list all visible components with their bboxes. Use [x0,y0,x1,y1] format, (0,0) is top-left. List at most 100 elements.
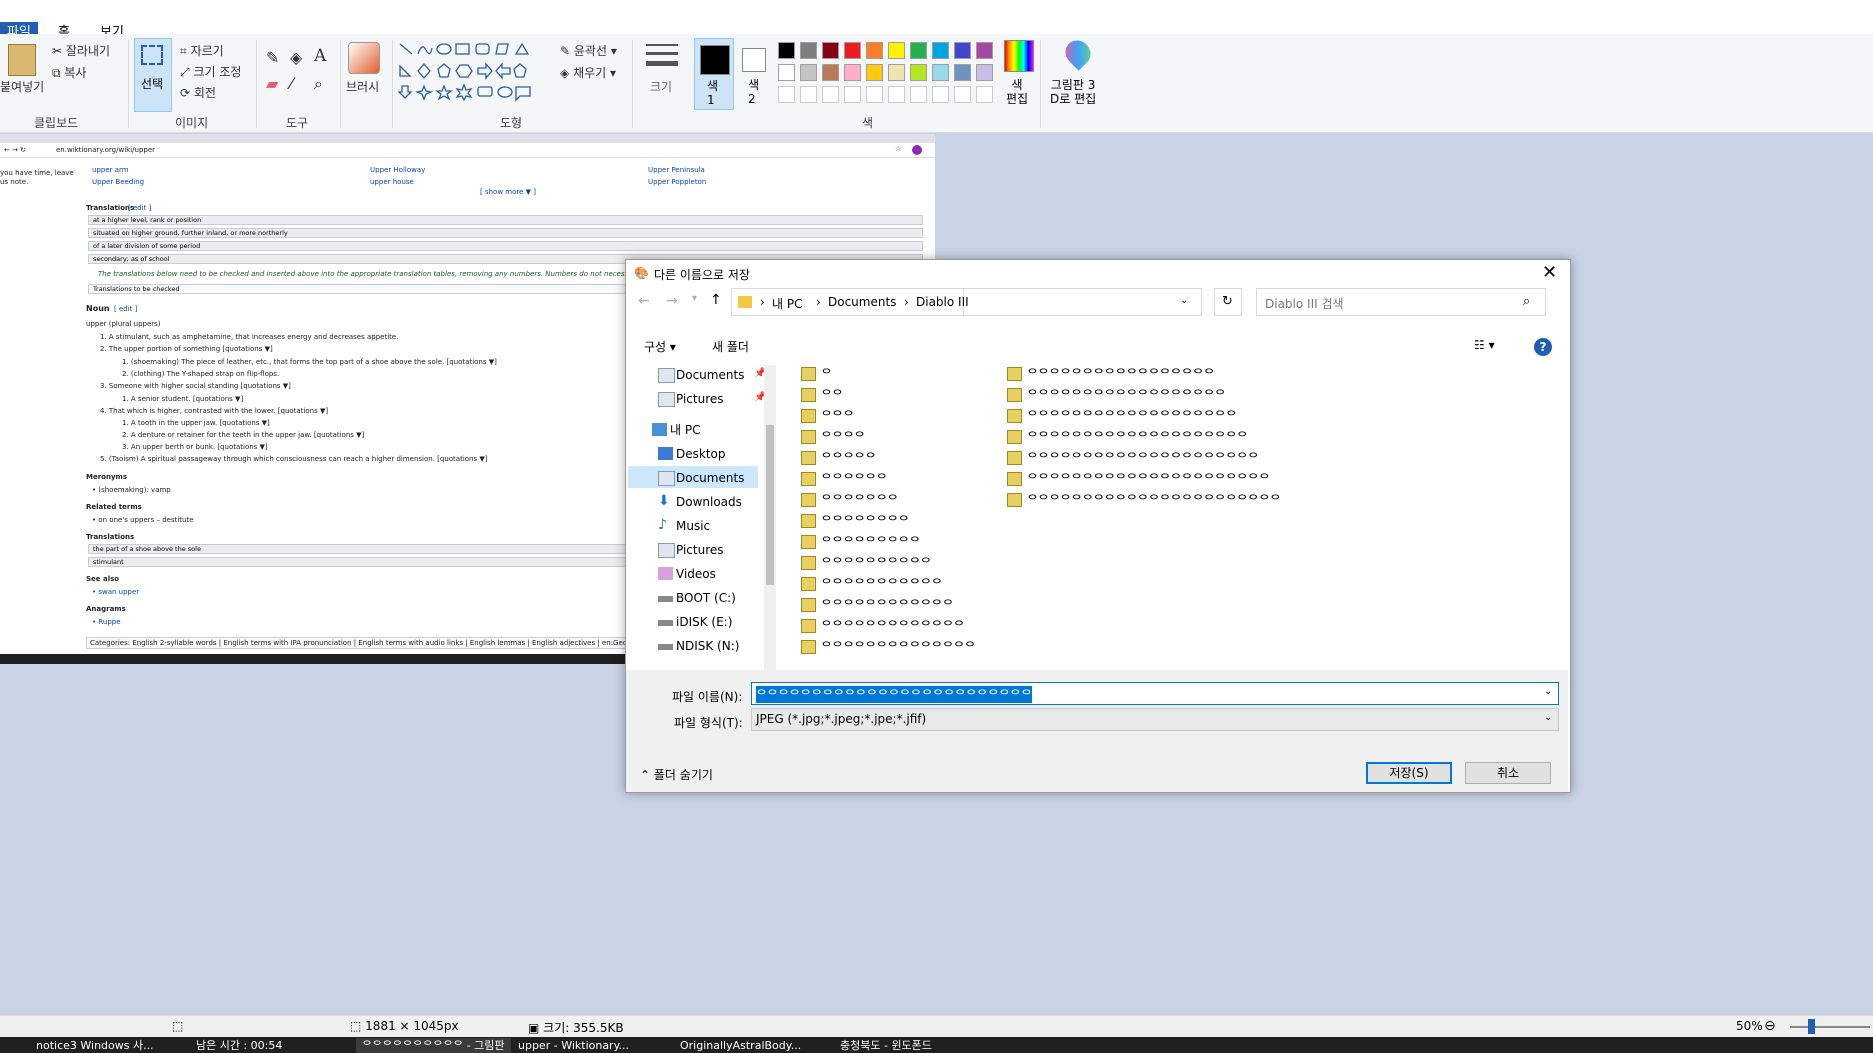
nav-item-pictures-quick[interactable]: Pictures [658,389,724,409]
outline-button[interactable]: ✎ 윤곽선 ▾ [560,42,617,59]
taskbar-item[interactable]: upper - Wiktionary... [518,1038,629,1053]
taskbar-item[interactable]: notice3 Windows 사... [36,1038,154,1053]
color2-swatch[interactable] [742,48,766,72]
cut-button[interactable]: ✂ 잘라내기 [52,42,110,59]
nav-item-drive-n[interactable]: NDISK (N:) [658,636,739,656]
palette-swatch[interactable] [932,42,949,59]
select-button[interactable]: 선택 [134,38,172,112]
breadcrumb-item[interactable]: Documents [828,295,896,309]
palette-swatch[interactable] [822,64,839,81]
view-options-icon[interactable]: ☷ ▾ [1474,338,1495,352]
taskbar-item[interactable]: OriginallyAstralBody... [680,1038,801,1053]
palette-swatch[interactable] [910,64,927,81]
crop-button[interactable]: ⌗ 자르기 [180,42,224,59]
palette-empty-swatch[interactable] [844,86,861,103]
nav-item-pictures[interactable]: Pictures [658,540,724,560]
paint3d-icon[interactable] [1060,35,1096,71]
close-icon[interactable]: ✕ [1542,262,1557,283]
pencil-icon[interactable]: ✎ [266,48,279,67]
palette-swatch[interactable] [778,64,795,81]
edit-colors-icon[interactable] [1004,40,1034,72]
edit-colors-button[interactable]: 색 편집 [1006,78,1028,106]
back-arrow-icon[interactable]: ← [638,293,650,309]
palette-empty-swatch[interactable] [954,86,971,103]
palette-empty-swatch[interactable] [932,86,949,103]
fill-button[interactable]: ◈ 채우기 ▾ [560,64,616,81]
search-input[interactable]: Diablo III 검색 ⌕ [1256,288,1546,316]
palette-swatch[interactable] [976,64,993,81]
size-button[interactable]: 크기 [650,78,672,95]
magnifier-icon[interactable]: ⌕ [314,74,323,94]
color-picker-icon[interactable]: ⁄ [290,74,293,93]
zoom-out-icon[interactable]: ⊖ [1764,1018,1776,1034]
size-icon[interactable] [646,44,678,66]
chevron-down-icon[interactable]: ⌄ [1544,686,1552,697]
chevron-down-icon[interactable]: ⌄ [1180,295,1188,306]
nav-item-documents[interactable]: Documents [658,468,744,488]
cancel-button[interactable]: 취소 [1465,762,1551,784]
filetype-select[interactable]: JPEG (*.jpg;*.jpeg;*.jpe;*.jfif) ⌄ [751,708,1559,731]
text-icon[interactable]: A [314,46,326,66]
filename-input[interactable]: ᄋᄋᄋᄋᄋᄋᄋᄋᄋᄋᄋᄋᄋᄋᄋᄋᄋᄋᄋᄋᄋᄋᄋᄋᄋ ⌄ [751,682,1559,705]
palette-empty-swatch[interactable] [910,86,927,103]
breadcrumb-item[interactable]: 내 PC [772,295,802,312]
palette-swatch[interactable] [954,64,971,81]
recent-dropdown-icon[interactable]: ▾ [692,293,697,304]
rotate-button[interactable]: ⟳ 회전 [180,84,216,101]
nav-item-music[interactable]: ♪ Music [658,516,710,536]
palette-swatch[interactable] [800,64,817,81]
nav-item-desktop[interactable]: Desktop [658,444,726,464]
palette-swatch[interactable] [866,42,883,59]
chevron-down-icon[interactable]: ⌄ [1544,712,1552,723]
breadcrumb-item[interactable]: Diablo III [916,295,969,309]
palette-empty-swatch[interactable] [800,86,817,103]
eraser-icon[interactable]: ▰ [266,74,278,93]
copy-button[interactable]: ⧉ 복사 [52,64,87,81]
nav-item-drive-e[interactable]: iDISK (E:) [658,612,732,632]
resize-button[interactable]: ⤢ 크기 조정 [180,63,241,80]
forward-arrow-icon[interactable]: → [666,293,678,309]
palette-swatch[interactable] [778,42,795,59]
nav-scrollbar[interactable] [764,365,776,670]
palette-empty-swatch[interactable] [822,86,839,103]
nav-scrollbar-thumb[interactable] [766,425,774,585]
taskbar-item[interactable]: 충청북도 - 윈도폰드 [840,1038,932,1053]
save-button[interactable]: 저장(S) [1366,762,1452,784]
zoom-slider[interactable] [1790,1026,1870,1028]
taskbar-item[interactable]: 남은 시간 : 00:54 [196,1038,282,1053]
shapes-gallery[interactable] [398,42,548,102]
zoom-slider-thumb[interactable] [1808,1019,1815,1034]
palette-swatch[interactable] [932,64,949,81]
breadcrumb-spacer[interactable]: ⌄ [964,288,1202,316]
palette-swatch[interactable] [888,64,905,81]
taskbar-item-active[interactable]: ᄋᄋᄋᄋᄋᄋᄋᄋᄋᄋ - 그림판 [356,1038,511,1053]
breadcrumb[interactable]: › 내 PC › Documents › Diablo III [731,288,969,316]
palette-swatch[interactable] [866,64,883,81]
palette-swatch[interactable] [910,42,927,59]
new-folder-button[interactable]: 새 폴더 [712,338,749,355]
palette-swatch[interactable] [822,42,839,59]
paint3d-button[interactable]: 그림판 3 D로 편집 [1050,78,1096,106]
color-palette[interactable] [778,42,1008,110]
help-icon[interactable]: ? [1534,338,1552,356]
organize-button[interactable]: 구성 ▾ [644,338,676,355]
palette-empty-swatch[interactable] [778,86,795,103]
palette-empty-swatch[interactable] [976,86,993,103]
nav-item-videos[interactable]: Videos [658,564,716,584]
palette-empty-swatch[interactable] [866,86,883,103]
palette-swatch[interactable] [800,42,817,59]
paste-button[interactable]: 붙여넣기 [0,78,44,95]
brushes-button[interactable]: 브러시 [346,78,379,95]
paste-icon[interactable] [8,44,36,76]
palette-swatch[interactable] [954,42,971,59]
palette-swatch[interactable] [976,42,993,59]
nav-item-this-pc[interactable]: 내 PC [652,420,700,440]
fill-icon[interactable]: ◈ [290,48,302,67]
palette-empty-swatch[interactable] [888,86,905,103]
color1-button[interactable]: 색 1 [694,38,734,110]
hide-folders-button[interactable]: ⌃ 폴더 숨기기 [640,766,713,783]
nav-item-documents-quick[interactable]: Documents [658,365,744,385]
palette-swatch[interactable] [888,42,905,59]
brush-icon[interactable] [348,42,380,74]
up-arrow-icon[interactable]: ↑ [710,292,722,308]
